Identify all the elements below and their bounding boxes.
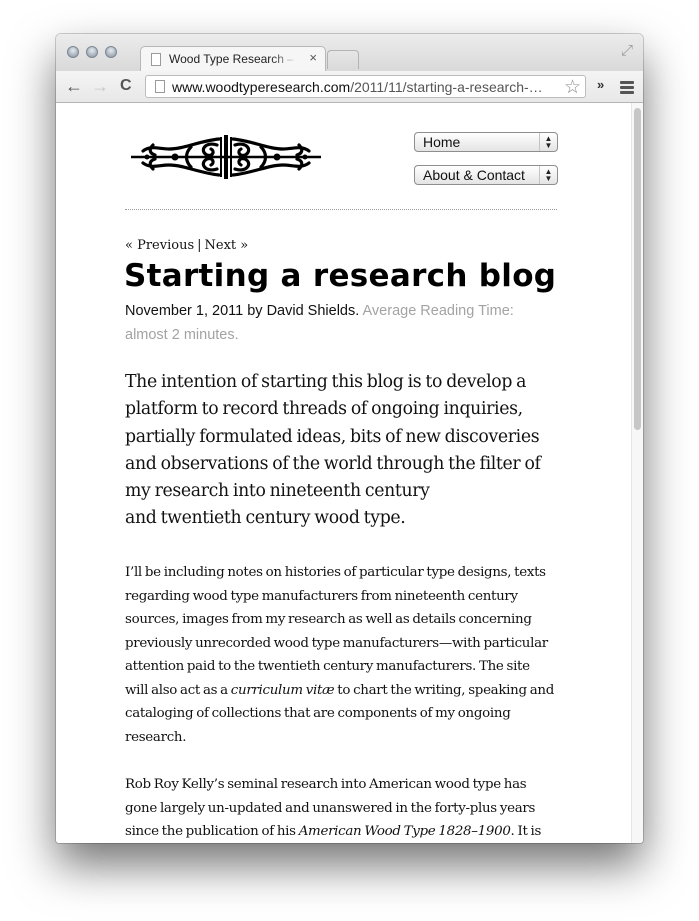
- paragraph-line: gone largely un-updated and unanswered i…: [125, 800, 536, 816]
- header-divider: [125, 209, 557, 210]
- paragraph-line: sources, images from my research as well…: [125, 612, 532, 627]
- paragraph-line: research.: [125, 729, 187, 745]
- lead-line: my research into nineteenth century: [125, 481, 430, 502]
- bookmark-star-icon[interactable]: ☆: [564, 76, 581, 99]
- post-byline: November 1, 2011 by David Shields.: [125, 303, 360, 319]
- close-window-button[interactable]: [67, 46, 79, 58]
- post-title: Starting a research blog: [124, 258, 557, 294]
- lead-line: The intention of starting this blog is t…: [125, 372, 527, 392]
- text: since the publication of his: [125, 824, 299, 839]
- post-pager: « Previous | Next »: [125, 238, 248, 253]
- reload-icon[interactable]: C: [120, 76, 132, 96]
- back-arrow-icon[interactable]: ←: [65, 76, 83, 96]
- tab-active[interactable]: Wood Type Research – Starting a research…: [140, 46, 326, 72]
- lead-line: platform to record threads of ongoing in…: [125, 399, 523, 420]
- nav-select-home[interactable]: Home ▲ ▼: [414, 132, 558, 152]
- extensions-overflow-icon[interactable]: »: [597, 77, 604, 92]
- tab-title: Wood Type Research – Starting a research…: [169, 52, 297, 66]
- vertical-scrollbar[interactable]: [631, 103, 643, 843]
- page-content: Home ▲ ▼ About & Contact ▲ ▼ « Previous | Ne…: [56, 103, 631, 843]
- scrollbar-thumb[interactable]: [634, 108, 641, 430]
- lead-paragraph: The intention of starting this blog is t…: [125, 369, 575, 533]
- paragraph-line: will also act as a curriculum vitæ to ch…: [125, 679, 575, 703]
- new-tab-button[interactable]: [327, 50, 359, 69]
- url-host: www.woodtyperesearch.com: [172, 79, 351, 95]
- minimize-window-button[interactable]: [86, 46, 98, 58]
- browser-toolbar: ← → C www.woodtyperesearch.com/2011/11/s…: [56, 71, 643, 103]
- nav-select-label: About & Contact: [423, 167, 525, 183]
- tab-strip: Wood Type Research – Starting a research…: [56, 34, 643, 72]
- page-icon: [151, 53, 161, 66]
- browser-window: Wood Type Research – Starting a research…: [56, 34, 643, 843]
- url-text[interactable]: www.woodtyperesearch.com/2011/11/startin…: [172, 79, 562, 95]
- paragraph-line: since the publication of his American Wo…: [125, 820, 575, 843]
- body-paragraph-2: Rob Roy Kelly’s seminal research into Am…: [125, 773, 575, 843]
- paragraph-line: cataloging of collections that are compo…: [125, 706, 511, 721]
- text: to chart the writing, speaking and: [334, 682, 554, 698]
- nav-select-label: Home: [423, 134, 461, 150]
- text: . It is: [510, 824, 542, 839]
- page-icon: [155, 80, 165, 93]
- lead-line: and observations of the world through th…: [125, 453, 541, 474]
- paragraph-line: previously unrecorded wood type manufact…: [125, 635, 548, 651]
- url-path: /2011/11/starting-a-research-…: [350, 79, 543, 95]
- address-bar[interactable]: www.woodtyperesearch.com/2011/11/startin…: [145, 75, 586, 98]
- nav-select-about-contact[interactable]: About & Contact ▲ ▼: [414, 165, 558, 185]
- post-meta: November 1, 2011 by David Shields. Avera…: [125, 299, 545, 347]
- lead-line: and twentieth century wood type.: [125, 508, 406, 529]
- tab-close-icon[interactable]: ×: [309, 50, 317, 65]
- lead-line: partially formulated ideas, bits of new …: [125, 426, 540, 447]
- select-arrows-icon: ▲ ▼: [539, 133, 557, 151]
- body-paragraph-1: I’ll be including notes on histories of …: [125, 561, 575, 749]
- select-arrows-icon: ▲ ▼: [539, 166, 557, 184]
- fullscreen-icon[interactable]: ⤢: [621, 42, 633, 59]
- paragraph-line: attention paid to the twentieth century …: [125, 659, 530, 674]
- paragraph-line: regarding wood type manufacturers from n…: [125, 588, 518, 604]
- paragraph-line: Rob Roy Kelly’s seminal research into Am…: [125, 777, 527, 792]
- zoom-window-button[interactable]: [105, 46, 117, 58]
- ornament-logo[interactable]: [129, 131, 323, 183]
- paragraph-line: I’ll be including notes on histories of …: [125, 565, 546, 580]
- previous-post-link[interactable]: « Previous: [125, 238, 194, 253]
- text: will also act as a: [125, 682, 231, 698]
- pager-separator: |: [197, 238, 202, 253]
- curriculum-vitae-italic: curriculum vitæ: [230, 682, 335, 698]
- forward-arrow-icon[interactable]: →: [91, 76, 109, 96]
- next-post-link[interactable]: Next »: [205, 238, 249, 253]
- hamburger-menu-icon[interactable]: [620, 81, 634, 96]
- book-title-italic: American Wood Type 1828–1900: [298, 824, 511, 839]
